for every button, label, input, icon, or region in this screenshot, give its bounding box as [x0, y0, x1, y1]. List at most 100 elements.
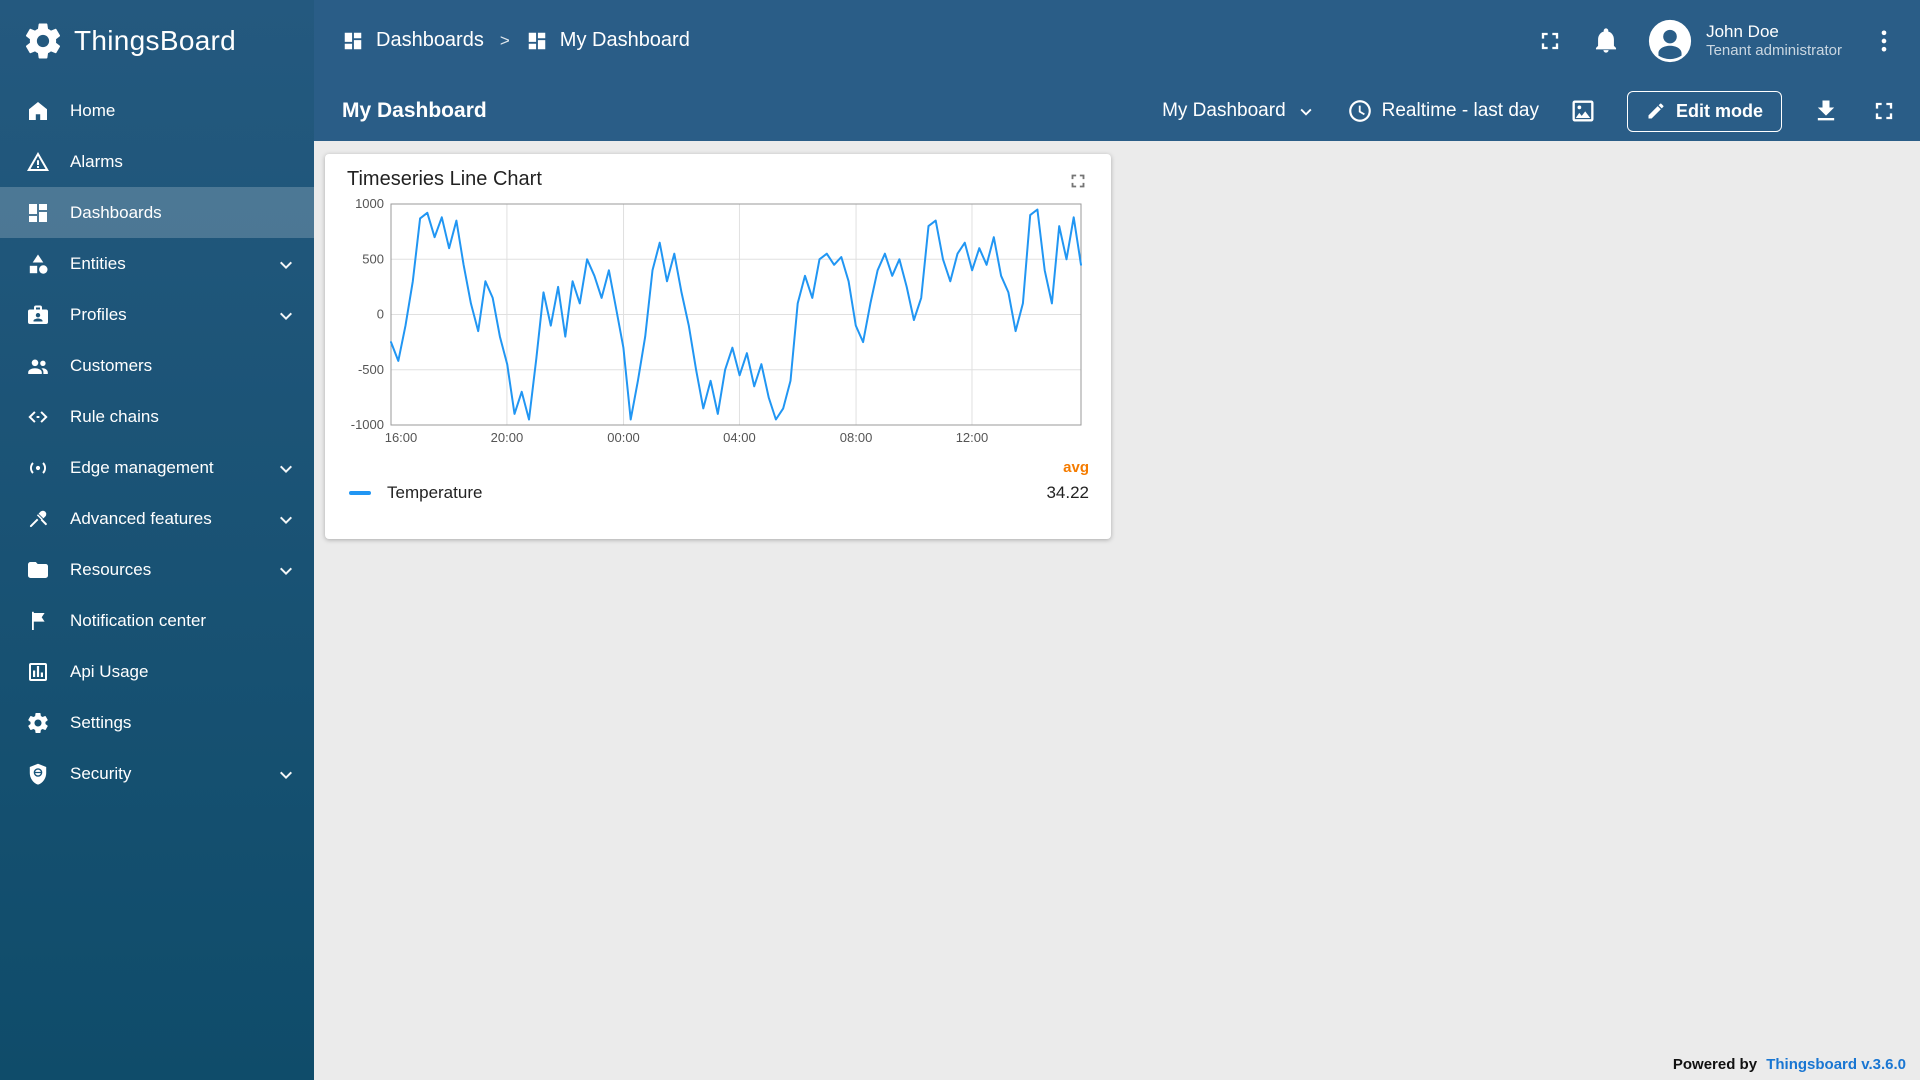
chart-area: 1000 500 0 -500 -1000 16:00 20:00 00:00 04:00 08:…: [347, 196, 1089, 456]
sidebar-item-entities[interactable]: Entities: [0, 238, 314, 289]
svg-text:20:00: 20:00: [491, 430, 524, 445]
edit-mode-label: Edit mode: [1675, 100, 1763, 121]
legend-agg-value: 34.22: [1046, 483, 1089, 502]
dashboards-icon: [29, 203, 47, 222]
timewindow-value: Realtime - last day: [1381, 100, 1539, 121]
breadcrumb: Dashboards > My Dashboard: [342, 29, 690, 52]
chevron-down-icon: [280, 516, 292, 524]
sidebar-item-dashboards[interactable]: Dashboards: [0, 187, 314, 238]
sidebar-item-label: Api Usage: [70, 661, 149, 681]
chevron-down-icon: [280, 567, 292, 575]
sidebar-item-edge-management[interactable]: Edge management: [0, 442, 314, 493]
notification-center-icon: [32, 611, 45, 630]
sidebar-item-label: Security: [70, 763, 132, 783]
footer-prefix: Powered by: [1672, 1056, 1758, 1073]
edit-mode-button[interactable]: Edit mode: [1626, 90, 1782, 132]
chevron-down-icon: [280, 312, 292, 320]
legend-series-marker[interactable]: [349, 491, 371, 495]
legend-agg-header: avg: [1063, 459, 1089, 476]
alarms-icon: [27, 151, 49, 171]
timewindow-selector[interactable]: Realtime - last day: [1347, 98, 1539, 124]
header: Dashboards > My Dashboard John Doe Tenan…: [314, 0, 1920, 81]
kebab-menu-icon[interactable]: [1870, 27, 1898, 55]
breadcrumb-separator: >: [499, 30, 510, 50]
legend-row: Temperature 34.22: [347, 483, 1089, 503]
dashboards-icon: [344, 32, 362, 49]
security-icon: [29, 763, 47, 785]
app-logo[interactable]: ThingsBoard: [0, 0, 314, 81]
advanced-features-icon: [29, 510, 47, 527]
breadcrumb-my-dashboard[interactable]: My Dashboard: [560, 29, 690, 52]
fullscreen-icon[interactable]: [1536, 27, 1564, 55]
sidebar-item-label: Resources: [70, 559, 152, 579]
chevron-down-icon: [280, 261, 292, 269]
user-info: John Doe Tenant administrator: [1706, 21, 1842, 61]
download-icon[interactable]: [1812, 97, 1840, 125]
widget-title: Timeseries Line Chart: [347, 168, 542, 190]
sidebar-nav: Home Alarms Dashboards Entities Profiles Cust…: [0, 81, 314, 799]
app-title: ThingsBoard: [74, 24, 237, 56]
sidebar: ThingsBoard Home Alarms Dashboards Entities…: [0, 0, 314, 1080]
legend-series-name[interactable]: Temperature: [387, 483, 1046, 503]
svg-text:-500: -500: [358, 362, 384, 377]
notifications-bell-icon[interactable]: [1592, 27, 1620, 55]
pencil-icon: [1648, 103, 1664, 119]
sidebar-item-home[interactable]: Home: [0, 85, 314, 136]
svg-text:00:00: 00:00: [607, 430, 640, 445]
resources-icon: [28, 561, 48, 578]
dashboard-toolbar: My Dashboard My Dashboard Realtime - las…: [314, 81, 1920, 141]
home-icon: [29, 101, 47, 120]
sidebar-item-customers[interactable]: Customers: [0, 340, 314, 391]
sidebar-item-security[interactable]: Security: [0, 748, 314, 799]
sidebar-item-resources[interactable]: Resources: [0, 544, 314, 595]
fullscreen-dashboard-icon[interactable]: [1870, 97, 1898, 125]
dashboard-canvas: Timeseries Line Chart 1000 500 0 -500 -1000 1…: [314, 141, 1920, 1080]
svg-text:0: 0: [377, 307, 384, 322]
sidebar-item-rule-chains[interactable]: Rule chains: [0, 391, 314, 442]
sidebar-item-label: Alarms: [70, 151, 123, 171]
widget-header: Timeseries Line Chart: [347, 168, 1089, 192]
chevron-down-icon: [280, 771, 292, 779]
settings-icon: [28, 712, 48, 733]
widget-expand-icon[interactable]: [1067, 170, 1089, 192]
footer: Powered by Thingsboard v.3.6.0: [1673, 1056, 1906, 1073]
timeseries-chart: 1000 500 0 -500 -100016:00 20:00 00:00 04:00 08:…: [351, 196, 1082, 445]
header-actions: John Doe Tenant administrator: [1536, 19, 1898, 63]
image-icon[interactable]: [1569, 97, 1597, 125]
sidebar-item-label: Advanced features: [70, 508, 212, 528]
profiles-icon: [28, 305, 48, 324]
svg-text:08:00: 08:00: [840, 430, 873, 445]
sidebar-item-profiles[interactable]: Profiles: [0, 289, 314, 340]
sidebar-item-api-usage[interactable]: Api Usage: [0, 646, 314, 697]
avatar: [1649, 19, 1692, 62]
sidebar-item-label: Dashboards: [70, 202, 162, 222]
dashboard-title: My Dashboard: [342, 99, 487, 122]
toolbar-actions: My Dashboard Realtime - last day Edit mo…: [1162, 90, 1898, 132]
thingsboard-logo-icon: [25, 23, 61, 58]
edge-management-icon: [29, 461, 47, 474]
user-name: John Doe: [1706, 21, 1779, 41]
timeseries-widget[interactable]: Timeseries Line Chart 1000 500 0 -500 -1000 1…: [325, 154, 1111, 539]
svg-text:04:00: 04:00: [723, 430, 756, 445]
chevron-down-icon: [280, 465, 292, 473]
svg-text:12:00: 12:00: [956, 430, 989, 445]
dashboard-icon: [528, 32, 546, 49]
sidebar-item-notification-center[interactable]: Notification center: [0, 595, 314, 646]
customers-icon: [28, 359, 48, 374]
sidebar-item-label: Edge management: [70, 457, 214, 477]
entities-icon: [29, 254, 48, 274]
breadcrumb-dashboards[interactable]: Dashboards: [376, 29, 484, 52]
user-menu[interactable]: John Doe Tenant administrator: [1648, 19, 1842, 63]
sidebar-item-settings[interactable]: Settings: [0, 697, 314, 748]
sidebar-item-advanced-features[interactable]: Advanced features: [0, 493, 314, 544]
api-usage-icon: [29, 662, 47, 681]
sidebar-item-alarms[interactable]: Alarms: [0, 136, 314, 187]
dashboard-selector[interactable]: My Dashboard: [1162, 100, 1317, 122]
sidebar-item-label: Profiles: [70, 304, 127, 324]
sidebar-item-label: Home: [70, 100, 116, 120]
chevron-down-icon: [1300, 108, 1312, 116]
svg-text:1000: 1000: [355, 196, 384, 211]
sidebar-item-label: Customers: [70, 355, 153, 375]
svg-text:500: 500: [362, 251, 384, 266]
footer-version-link[interactable]: Thingsboard v.3.6.0: [1766, 1056, 1906, 1073]
